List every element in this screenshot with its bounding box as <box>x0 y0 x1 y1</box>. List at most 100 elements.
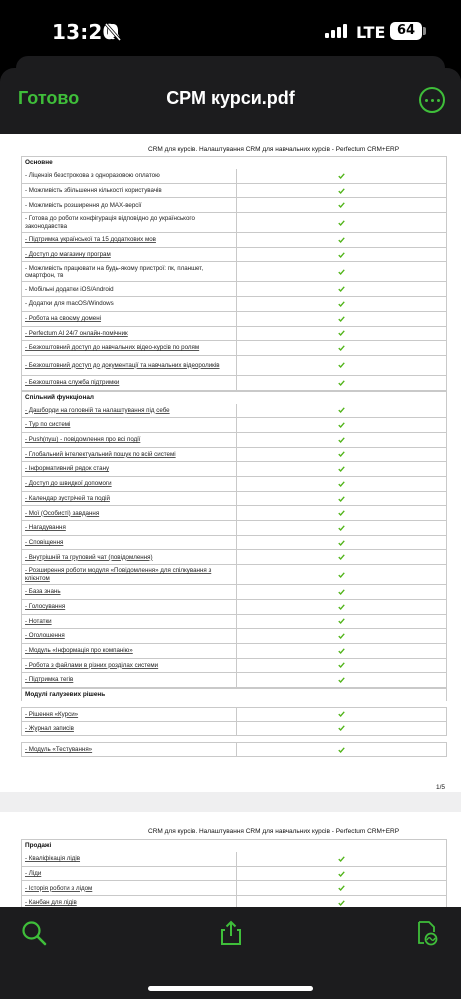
checkmark-icon <box>237 492 446 506</box>
checkmark-icon <box>237 615 446 629</box>
checkmark-icon <box>237 881 446 895</box>
table-row: - Сповіщення <box>21 535 447 551</box>
checkmark-icon <box>237 477 446 491</box>
checkmark-icon <box>237 565 446 584</box>
table-row: - Розширення роботи модуля «Повідомлення… <box>21 565 447 586</box>
feature-label[interactable]: - Календар зустрічей та подій <box>22 491 237 506</box>
checkmark-icon <box>237 708 446 721</box>
screen: 13:20 LTE 64 Готово СРМ курси.pdf CRM дл… <box>0 0 461 999</box>
done-button[interactable]: Готово <box>18 88 79 109</box>
table-row: - Календар зустрічей та подій <box>21 491 447 507</box>
checkmark-icon <box>237 433 446 447</box>
feature-label: - Ліцензія безстрокова з одноразовою опл… <box>22 169 237 183</box>
feature-label[interactable]: - Безкоштовна служба підтримки <box>22 375 237 390</box>
checkmark-icon <box>237 896 446 907</box>
feature-label[interactable]: - Тур по системі <box>22 418 237 432</box>
checkmark-icon <box>237 297 446 311</box>
pdf-page-1: CRM для курсів. Налаштування CRM для нав… <box>0 134 461 792</box>
feature-label[interactable]: - Нотатки <box>22 614 237 629</box>
checkmark-icon <box>237 448 446 462</box>
table-row: - Голосування <box>21 599 447 615</box>
checkmark-icon <box>237 521 446 535</box>
checkmark-icon <box>237 550 446 564</box>
nav-bar: Готово СРМ курси.pdf <box>0 68 461 134</box>
table-row: - Можливість збільшення кількості корист… <box>21 183 447 199</box>
ellipsis-circle-icon[interactable] <box>419 87 445 113</box>
checkmark-icon <box>237 356 446 375</box>
silent-bell-icon <box>104 23 122 41</box>
checkmark-icon <box>237 184 446 198</box>
checkmark-icon <box>237 282 446 296</box>
section-title: Спільний функціонал <box>25 393 94 401</box>
network-type: LTE <box>356 23 386 42</box>
feature-label[interactable]: - Ліди <box>22 866 237 881</box>
feature-label[interactable]: - Perfectum AI 24/7 онлайн-помічник <box>22 326 237 341</box>
feature-label[interactable]: - Мої (Особисті) завдання <box>22 506 237 521</box>
feature-label[interactable]: - Історія роботи з лідом <box>22 881 237 896</box>
checkmark-icon <box>237 248 446 262</box>
feature-label[interactable]: - Підтримка української та 15 додаткових… <box>22 233 237 247</box>
feature-label[interactable]: - Доступ до швидкої допомоги <box>22 477 237 491</box>
battery-tip <box>423 27 426 35</box>
pdf-canvas[interactable]: CRM для курсів. Налаштування CRM для нав… <box>0 134 461 907</box>
table-row: - Мобільні додатки iOS/Android <box>21 282 447 298</box>
feature-label[interactable]: - Внутрішній та груповий чат (повідомлен… <box>22 550 237 565</box>
feature-label[interactable]: - Робота на своєму домені <box>22 311 237 326</box>
feature-label: - Додатки для macOS/Windows <box>22 297 237 311</box>
table-row: - Готова до роботи конфігурація відповід… <box>21 213 447 234</box>
table-row: - Нагадування <box>21 521 447 536</box>
feature-label[interactable]: - Нагадування <box>22 521 237 535</box>
feature-label[interactable]: - Безкоштовний доступ до навчальних віде… <box>22 341 237 355</box>
feature-label: - Можливість працювати на будь-якому при… <box>22 262 237 282</box>
feature-table: Продажі - Кваліфікація лідів - Ліди - Істор… <box>21 839 447 907</box>
bottom-toolbar <box>0 907 461 999</box>
table-row: - Робота з файлами в різних розділах сис… <box>21 658 447 674</box>
checkmark-icon <box>237 585 446 599</box>
table-row: - Push(пуш) - повідомлення про всі події <box>21 432 447 448</box>
checkmark-icon <box>237 312 446 326</box>
feature-label[interactable]: - Модуль «Тестування» <box>22 743 237 756</box>
feature-label[interactable]: - Журнал записів <box>22 721 237 736</box>
status-bar: 13:20 LTE 64 <box>0 0 461 62</box>
search-icon[interactable] <box>21 920 47 946</box>
feature-label[interactable]: - Дашборди на головній та налаштування п… <box>22 403 237 418</box>
feature-label[interactable]: - Глобальний інтелектуальний пошук по вс… <box>22 447 237 462</box>
feature-label[interactable]: - База знань <box>22 585 237 599</box>
feature-label[interactable]: - Робота з файлами в різних розділах сис… <box>22 658 237 673</box>
feature-label[interactable]: - Сповіщення <box>22 535 237 550</box>
sign-document-icon[interactable] <box>414 920 440 946</box>
feature-label[interactable]: - Голосування <box>22 599 237 614</box>
checkmark-icon <box>237 213 446 232</box>
feature-label[interactable]: - Кваліфікація лідів <box>22 852 237 866</box>
feature-label[interactable]: - Інформативний рядок стану <box>22 462 237 476</box>
table-row: - Глобальний інтелектуальний пошук по вс… <box>21 447 447 463</box>
table-row: - Додатки для macOS/Windows <box>21 297 447 312</box>
home-indicator[interactable] <box>148 986 313 991</box>
feature-label[interactable]: - Рішення «Курси» <box>22 707 237 721</box>
table-row: - Інформативний рядок стану <box>21 462 447 477</box>
checkmark-icon <box>237 644 446 658</box>
feature-label[interactable]: - Push(пуш) - повідомлення про всі події <box>22 432 237 447</box>
feature-label[interactable]: - Доступ до магазину програм <box>22 247 237 262</box>
feature-label[interactable]: - Підтримка тегів <box>22 673 237 687</box>
checkmark-icon <box>237 262 446 281</box>
feature-label[interactable]: - Канбан для лідів <box>22 896 237 907</box>
feature-label[interactable]: - Оголошення <box>22 629 237 643</box>
checkmark-icon <box>237 404 446 418</box>
checkmark-icon <box>237 462 446 476</box>
table-section-header: Продажі <box>21 839 447 852</box>
page-header: CRM для курсів. Налаштування CRM для нав… <box>148 146 400 153</box>
share-icon[interactable] <box>218 920 244 946</box>
page-header: CRM для курсів. Налаштування CRM для нав… <box>148 828 400 835</box>
checkmark-icon <box>237 852 446 866</box>
feature-label[interactable]: - Модуль «Інформація про компанію» <box>22 643 237 658</box>
table-row: - Тур по системі <box>21 418 447 433</box>
table-row: - Безкоштовний доступ до документації та… <box>21 355 447 376</box>
table-row: - Дашборди на головній та налаштування п… <box>21 403 447 419</box>
pdf-page-2: CRM для курсів. Налаштування CRM для нав… <box>0 812 461 907</box>
feature-label[interactable]: - Безкоштовний доступ до документації та… <box>22 355 237 375</box>
checkmark-icon <box>237 198 446 212</box>
table-row: - Робота на своєму домені <box>21 311 447 327</box>
feature-label[interactable]: - Розширення роботи модуля «Повідомлення… <box>22 565 237 585</box>
section-title: Продажі <box>25 842 52 850</box>
